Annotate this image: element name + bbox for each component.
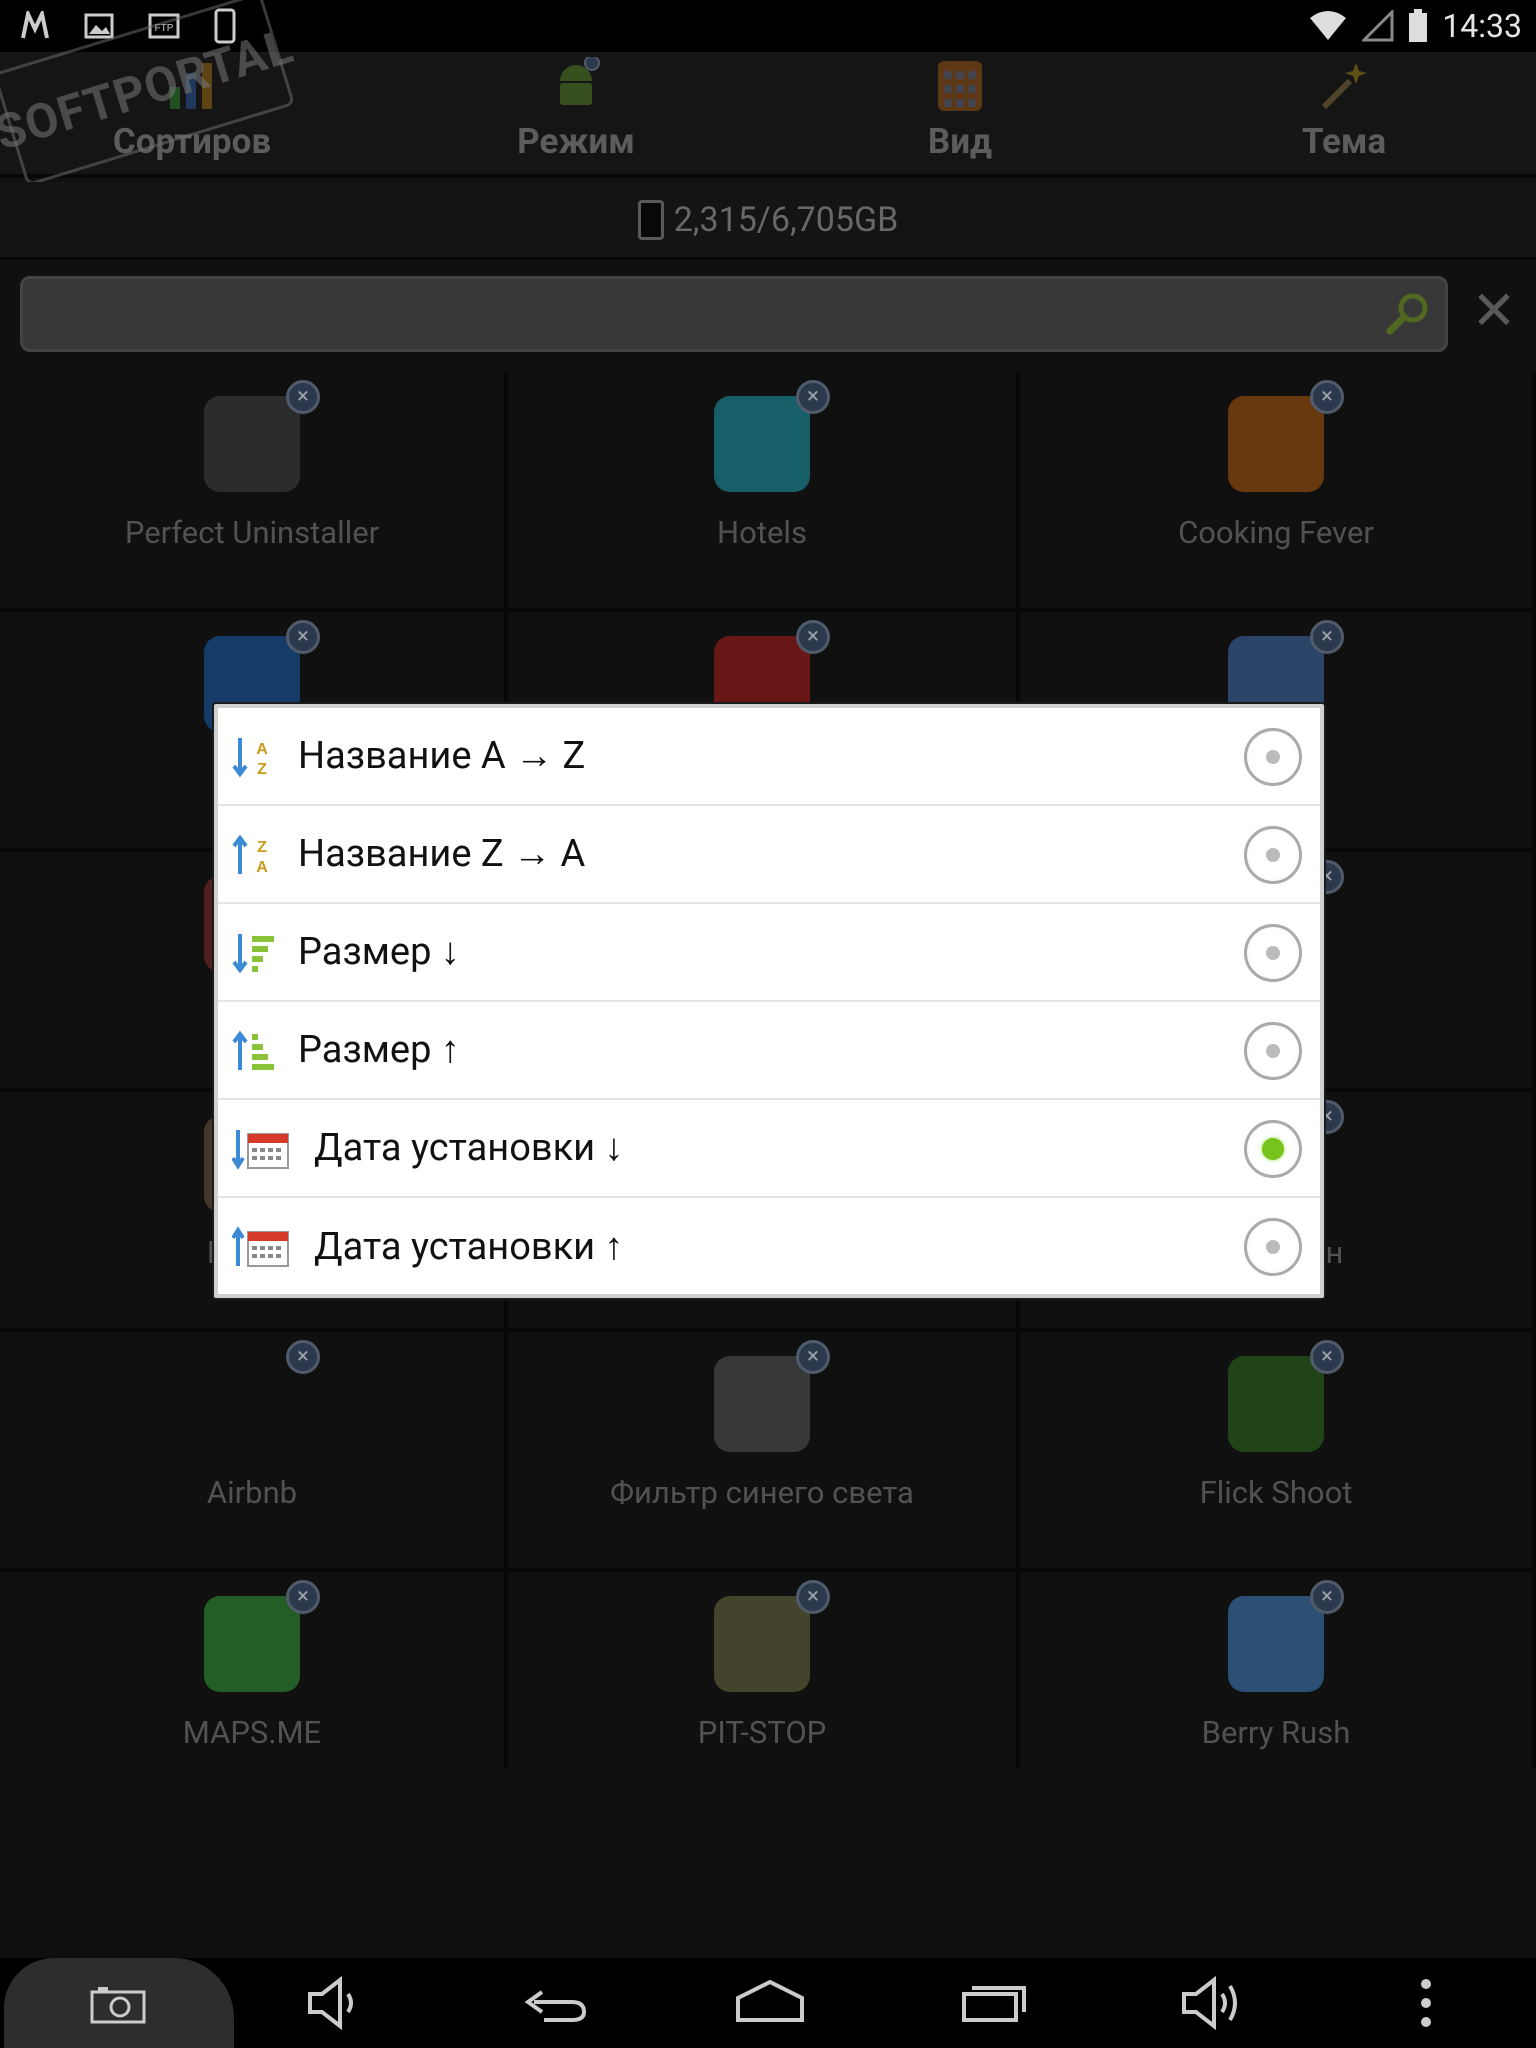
radio-unchecked[interactable]: [1244, 924, 1302, 982]
back-icon[interactable]: [514, 1972, 594, 2034]
clear-search-button[interactable]: ✕: [1468, 285, 1520, 339]
sort-option-label: Размер ↑: [298, 1028, 460, 1072]
sort-size-desc-icon: [232, 930, 276, 976]
toolbar-view-label: Вид: [927, 121, 993, 162]
close-icon: ✕: [1471, 280, 1517, 343]
signal-icon: [1362, 10, 1394, 42]
app-tile[interactable]: × Airbnb: [0, 1332, 508, 1572]
remove-app-button[interactable]: ×: [796, 1340, 830, 1374]
hotelscan-icon: ×: [714, 380, 830, 492]
remove-app-button[interactable]: ×: [796, 620, 830, 654]
remove-app-button[interactable]: ×: [1310, 620, 1344, 654]
image-icon: [84, 13, 114, 39]
strawberry-girl-icon: ×: [1228, 1580, 1344, 1692]
radio-unchecked[interactable]: [1244, 826, 1302, 884]
app-tile[interactable]: × Perfect Uninstaller: [0, 372, 508, 612]
device-storage-icon: [637, 199, 664, 240]
menu-dots-icon[interactable]: [1386, 1972, 1466, 2034]
android-icon: [560, 57, 600, 105]
radio-checked[interactable]: [1244, 1120, 1302, 1178]
app-label: Berry Rush: [1201, 1714, 1351, 1751]
sort-option[interactable]: A Z Название A → Z: [218, 708, 1320, 806]
app-tile[interactable]: × Flick Shoot: [1020, 1332, 1536, 1572]
toolbar-theme[interactable]: Тема: [1152, 52, 1536, 174]
volume-up-icon[interactable]: [1176, 1972, 1256, 2034]
wifi-icon: [1310, 11, 1347, 40]
svg-text:A: A: [256, 741, 268, 758]
remove-app-button[interactable]: ×: [286, 620, 320, 654]
sort-option-label: Название Z → A: [298, 832, 586, 876]
remove-app-button[interactable]: ×: [796, 380, 830, 414]
remove-app-button[interactable]: ×: [796, 1580, 830, 1614]
home-icon[interactable]: [730, 1972, 810, 2034]
sort-option[interactable]: Дата установки ↑: [218, 1198, 1320, 1296]
app-tile[interactable]: × Hotels: [508, 372, 1020, 612]
maps-me-icon: ×: [204, 1580, 320, 1692]
screenshot-icon: [90, 1987, 146, 2024]
toolbar-mode[interactable]: Режим: [384, 52, 768, 174]
sort-date-desc-icon: [231, 1126, 289, 1172]
status-right: 14:33: [1308, 4, 1522, 48]
soccer-ball-icon: ×: [1228, 1340, 1344, 1452]
airbnb-icon: ×: [204, 1340, 320, 1452]
radio-unchecked[interactable]: [1244, 728, 1302, 786]
app-label: PIT-STOP: [697, 1714, 827, 1751]
radio-unchecked[interactable]: [1244, 1218, 1302, 1276]
storage-indicator: 2,315/6,705GB: [0, 182, 1536, 260]
toolbar-theme-label: Тема: [1301, 121, 1387, 162]
remove-app-button[interactable]: ×: [286, 1340, 320, 1374]
recent-apps-icon[interactable]: [954, 1972, 1034, 2034]
app-tile[interactable]: × Фильтр синего света: [508, 1332, 1020, 1572]
grid-view-icon: [938, 61, 982, 111]
sort-option-label: Дата установки ↓: [314, 1126, 624, 1170]
notification-icon: [21, 11, 49, 39]
storage-text: 2,315/6,705GB: [673, 199, 899, 240]
sort-dialog: A Z Название A → Z Z A Название Z → A Размер ↓…: [214, 704, 1324, 1298]
app-label: MAPS.ME: [182, 1714, 322, 1751]
sort-za-icon: ZA: [232, 832, 276, 878]
sort-option[interactable]: Размер ↑: [218, 1002, 1320, 1100]
navigation-bar: [0, 1958, 1536, 2048]
sort-date-asc-icon: [231, 1224, 289, 1270]
sort-az-icon: AZ: [232, 734, 276, 780]
screenshot-button[interactable]: [4, 1958, 234, 2048]
sort-option[interactable]: Размер ↓: [218, 904, 1320, 1002]
burger-icon: ×: [1228, 380, 1344, 492]
battery-icon: [1409, 9, 1428, 42]
toolbar-view[interactable]: Вид: [768, 52, 1152, 174]
remove-app-button[interactable]: ×: [1310, 1580, 1344, 1614]
svg-text:A: A: [256, 859, 268, 876]
clock: 14:33: [1442, 7, 1522, 45]
toolbar-mode-label: Режим: [517, 121, 635, 162]
radio-unchecked[interactable]: [1244, 1022, 1302, 1080]
app-label: Airbnb: [206, 1474, 298, 1511]
sort-option[interactable]: Z A Название Z → A: [218, 806, 1320, 904]
blue-filter-icon: ×: [714, 1340, 830, 1452]
search-input[interactable]: [20, 276, 1448, 352]
search-icon[interactable]: [1385, 291, 1431, 337]
remove-app-button[interactable]: ×: [1310, 380, 1344, 414]
sort-option[interactable]: Дата установки ↓: [218, 1100, 1320, 1198]
sort-option-label: Название A → Z: [298, 734, 586, 778]
remove-app-button[interactable]: ×: [286, 380, 320, 414]
empty-area: [0, 1768, 1536, 1958]
search-bar: ✕: [0, 262, 1536, 370]
sort-option-label: Размер ↓: [298, 930, 460, 974]
trash-icon: ×: [204, 380, 320, 492]
app-label: Flick Shoot: [1199, 1474, 1353, 1511]
sort-option-label: Дата установки ↑: [314, 1225, 624, 1269]
remove-app-button[interactable]: ×: [1310, 1340, 1344, 1374]
magic-wand-icon: [1321, 63, 1367, 110]
app-label: Фильтр синего света: [610, 1474, 914, 1511]
app-label: Cooking Fever: [1178, 514, 1374, 551]
volume-down-icon[interactable]: [296, 1972, 376, 2034]
sort-size-asc-icon: [232, 1028, 276, 1074]
remove-app-button[interactable]: ×: [286, 1580, 320, 1614]
app-label: Hotels: [717, 514, 807, 551]
svg-text:Z: Z: [257, 761, 267, 778]
app-tile[interactable]: × Cooking Fever: [1020, 372, 1536, 612]
app-label: Perfect Uninstaller: [124, 514, 380, 551]
svg-text:Z: Z: [257, 839, 267, 856]
pitstop-icon: ×: [714, 1580, 830, 1692]
